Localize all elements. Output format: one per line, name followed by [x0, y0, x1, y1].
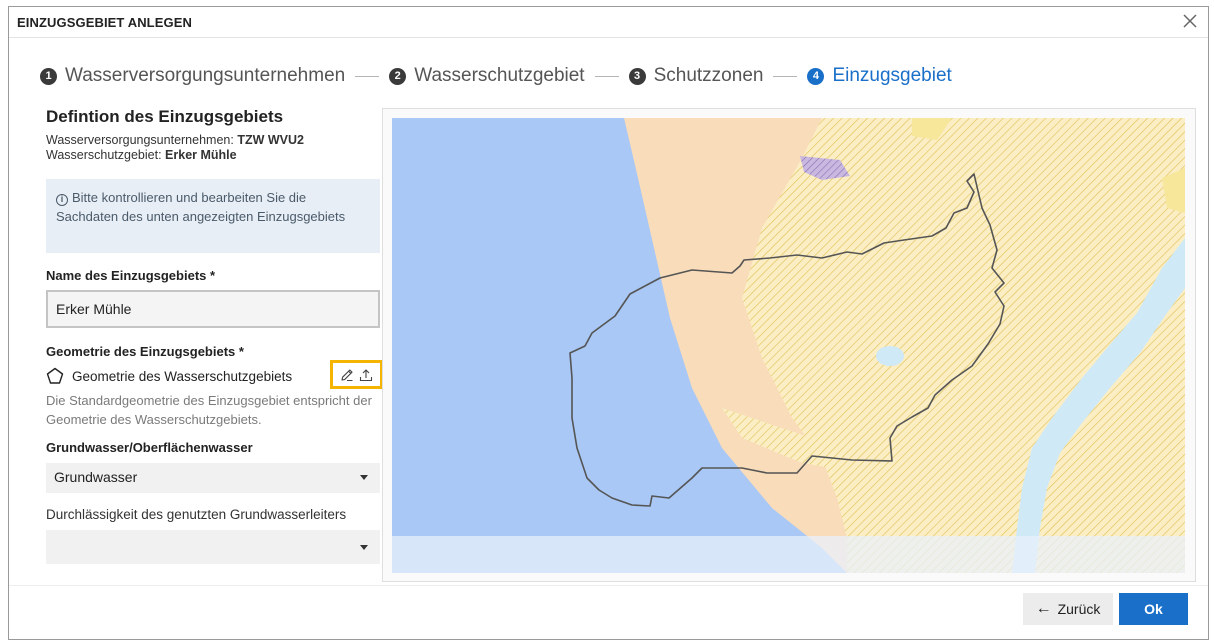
geometry-row: Geometrie des Wasserschutzgebiets — [46, 360, 383, 389]
upload-icon[interactable] — [358, 367, 374, 383]
close-icon[interactable] — [1180, 11, 1200, 31]
step-number: 1 — [40, 67, 57, 85]
title-divider — [9, 37, 1208, 38]
name-label: Name des Einzugsgebiets * — [46, 268, 216, 283]
geometry-help: Die Standardgeometrie des Einzugsgebiet … — [46, 393, 372, 427]
permeability-label: Durchlässigkeit des genutzten Grundwasse… — [46, 507, 347, 522]
polygon-icon — [46, 367, 64, 384]
geometry-value: Geometrie des Wasserschutzgebiets — [72, 368, 293, 384]
permeability-select[interactable] — [46, 530, 380, 564]
map-frame — [382, 108, 1196, 582]
step-number: 2 — [389, 67, 407, 85]
footer-divider — [9, 585, 1208, 586]
geometry-label: Geometrie des Einzugsgebiets * — [46, 344, 244, 359]
chevron-down-icon — [360, 475, 368, 480]
water-type-select[interactable]: Grundwasser — [46, 463, 380, 493]
map-view[interactable] — [392, 118, 1185, 573]
wvu-value: TZW WVU2 — [237, 133, 304, 147]
step-number: 4 — [807, 67, 825, 85]
water-type-label: Grundwasser/Oberflächenwasser — [46, 440, 253, 455]
wvu-info: Wasserversorgungsunternehmen: TZW WVU2 — [46, 133, 380, 148]
wsg-value: Erker Mühle — [165, 148, 237, 162]
back-label: Zurück — [1057, 601, 1101, 617]
step-connector — [594, 75, 619, 77]
step-label: Wasserversorgungsunternehmen — [65, 65, 346, 86]
step-connector — [355, 75, 380, 77]
ok-button[interactable]: Ok — [1119, 593, 1188, 625]
pond — [876, 346, 904, 366]
map-bottom-strip — [392, 536, 1185, 573]
step-catchment[interactable]: 4 Einzugsgebiet — [807, 65, 952, 87]
step-label: Einzugsgebiet — [832, 65, 952, 86]
step-wvu[interactable]: 1 Wasserversorgungsunternehmen — [40, 65, 345, 87]
create-catchment-dialog: EINZUGSGEBIET ANLEGEN 1 Wasserversorgung… — [8, 6, 1209, 640]
catchment-form: Defintion des Einzugsgebiets Wasserverso… — [46, 107, 383, 564]
section-title: Defintion des Einzugsgebiets — [46, 107, 284, 126]
dialog-title: EINZUGSGEBIET ANLEGEN — [17, 15, 192, 30]
water-type-value: Grundwasser — [54, 469, 138, 485]
step-connector — [773, 75, 798, 77]
wvu-label: Wasserversorgungsunternehmen: — [46, 133, 234, 147]
step-protection-zones[interactable]: 3 Schutzzonen — [628, 65, 764, 87]
map-canvas[interactable] — [392, 118, 1185, 573]
notice-text: Bitte kontrollieren und bearbeiten Sie d… — [56, 190, 346, 224]
name-input[interactable] — [46, 290, 380, 328]
wsg-label: Wasserschutzgebiet: — [46, 148, 162, 162]
wsg-info: Wasserschutzgebiet: Erker Mühle — [46, 148, 380, 163]
step-wsg[interactable]: 2 Wasserschutzgebiet — [389, 65, 585, 87]
step-label: Schutzzonen — [653, 65, 764, 86]
step-label: Wasserschutzgebiet — [414, 65, 585, 86]
info-notice: i Bitte kontrollieren und bearbeiten Sie … — [46, 179, 380, 253]
pencil-icon[interactable] — [339, 367, 355, 383]
arrow-left-icon: ← — [1035, 600, 1052, 617]
geometry-actions — [330, 360, 383, 389]
info-icon: i — [56, 194, 68, 206]
wizard-stepper: 1 Wasserversorgungsunternehmen 2 Wassers… — [40, 63, 952, 89]
back-button[interactable]: ← Zurück — [1023, 593, 1113, 625]
chevron-down-icon — [360, 545, 368, 550]
step-number: 3 — [628, 67, 646, 85]
